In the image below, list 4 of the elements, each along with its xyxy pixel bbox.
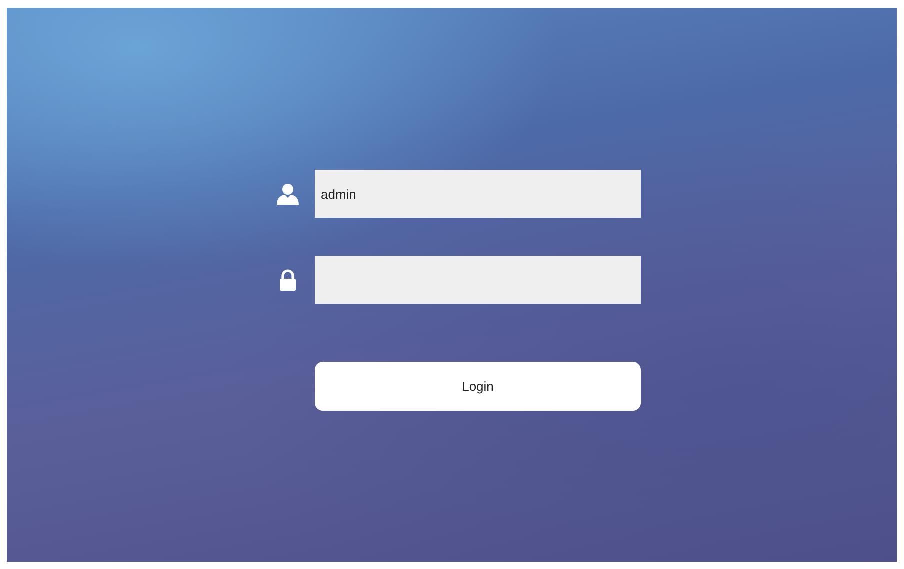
password-field[interactable] [315, 256, 641, 304]
username-field[interactable]: admin [315, 170, 641, 218]
user-icon [276, 183, 300, 205]
login-button[interactable]: Login [315, 362, 641, 411]
